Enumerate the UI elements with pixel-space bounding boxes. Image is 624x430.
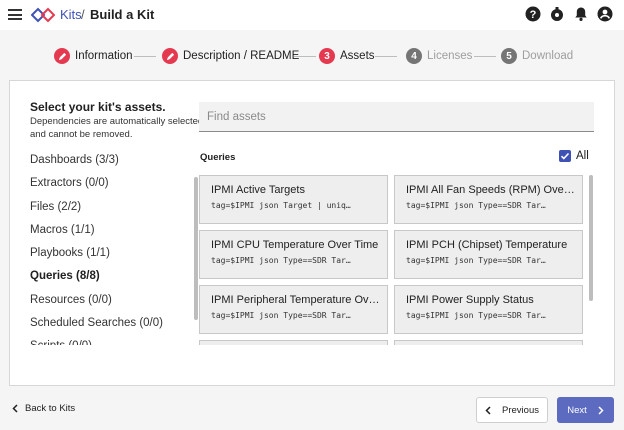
svg-text:?: ? bbox=[530, 9, 537, 21]
top-app-bar: Kits / Build a Kit ? bbox=[0, 0, 624, 30]
category-item-files[interactable]: Files (2/2) bbox=[30, 196, 195, 219]
asset-query: tag=$IPMI json Target | uniq… bbox=[211, 201, 351, 210]
step-label: Download bbox=[522, 50, 574, 62]
assets-card: Select your kit's assets. Dependencies a… bbox=[9, 80, 615, 386]
step-description-readme[interactable]: Description / README bbox=[162, 47, 299, 65]
next-label: Next bbox=[567, 404, 587, 416]
asset-card[interactable]: IPMI Power Supply Status tag=$IPMI json … bbox=[394, 285, 583, 334]
previous-label: Previous bbox=[502, 404, 539, 416]
header-actions: ? bbox=[524, 5, 614, 23]
step-licenses[interactable]: 4 Licenses bbox=[406, 47, 472, 65]
back-to-kits-link[interactable]: Back to Kits bbox=[12, 403, 75, 414]
back-to-kits-label: Back to Kits bbox=[25, 403, 76, 414]
asset-name: IPMI Peripheral Temperature Over … bbox=[211, 294, 381, 306]
asset-card[interactable]: IPMI Active Targets tag=$IPMI json Targe… bbox=[199, 175, 388, 224]
menu-icon[interactable] bbox=[8, 9, 22, 20]
asset-card[interactable]: IPMI Peripheral Temperature Over … tag=$… bbox=[199, 285, 388, 334]
category-item-scheduled-searches[interactable]: Scheduled Searches (0/0) bbox=[30, 312, 195, 335]
help-icon[interactable]: ? bbox=[524, 5, 542, 23]
next-button[interactable]: Next bbox=[557, 397, 614, 423]
section-description: Dependencies are automatically selected … bbox=[30, 116, 204, 140]
step-connector bbox=[375, 56, 397, 57]
step-label: Licenses bbox=[427, 50, 473, 62]
notifications-icon[interactable] bbox=[548, 5, 566, 23]
chevron-left-icon bbox=[485, 405, 491, 415]
edit-icon bbox=[162, 48, 178, 64]
asset-card[interactable]: IPMI All Fan Speeds (RPM) Over Ti… tag=$… bbox=[394, 175, 583, 224]
category-item-extractors[interactable]: Extractors (0/0) bbox=[30, 172, 195, 195]
category-item-scripts[interactable]: Scripts (0/0) bbox=[30, 335, 195, 345]
step-assets[interactable]: 3 Assets bbox=[319, 47, 375, 65]
asset-query: tag=$IPMI json Type==SDR Tar… bbox=[211, 311, 351, 320]
asset-card[interactable] bbox=[199, 340, 388, 345]
select-all-toggle[interactable]: All bbox=[559, 150, 589, 162]
step-label: Information bbox=[75, 50, 133, 62]
queries-panel-title: Queries bbox=[200, 152, 236, 163]
step-download[interactable]: 5 Download bbox=[501, 47, 573, 65]
select-all-label: All bbox=[576, 150, 589, 162]
section-title: Select your kit's assets. bbox=[30, 100, 166, 114]
breadcrumb-separator: / bbox=[81, 7, 85, 22]
asset-card[interactable]: IPMI PCH (Chipset) Temperature tag=$IPMI… bbox=[394, 230, 583, 279]
asset-name: IPMI All Fan Speeds (RPM) Over Ti… bbox=[406, 184, 576, 196]
gravwell-logo-icon bbox=[31, 7, 55, 23]
asset-query: tag=$IPMI json Type==SDR Tar… bbox=[406, 256, 546, 265]
account-icon[interactable] bbox=[596, 5, 614, 23]
chevron-right-icon bbox=[598, 405, 604, 415]
select-all-checkbox[interactable] bbox=[559, 150, 571, 162]
query-asset-grid: IPMI Active Targets tag=$IPMI json Targe… bbox=[199, 175, 594, 345]
breadcrumb-kits-link[interactable]: Kits bbox=[60, 7, 82, 22]
asset-grid-scrollbar[interactable] bbox=[589, 175, 593, 301]
step-number: 3 bbox=[319, 48, 335, 64]
step-number: 5 bbox=[501, 48, 517, 64]
chevron-left-icon bbox=[12, 404, 18, 413]
category-item-dashboards[interactable]: Dashboards (3/3) bbox=[30, 149, 195, 172]
step-connector bbox=[474, 56, 496, 57]
step-number: 4 bbox=[406, 48, 422, 64]
category-item-playbooks[interactable]: Playbooks (1/1) bbox=[30, 242, 195, 265]
asset-name: IPMI Active Targets bbox=[211, 184, 305, 196]
previous-button[interactable]: Previous bbox=[476, 397, 548, 423]
kit-stepper: Information Description / README 3 Asset… bbox=[0, 30, 624, 80]
category-item-queries[interactable]: Queries (8/8) bbox=[30, 265, 195, 288]
edit-icon bbox=[54, 48, 70, 64]
step-label: Description / README bbox=[183, 50, 300, 62]
asset-search-field[interactable] bbox=[199, 102, 594, 132]
step-information[interactable]: Information bbox=[54, 47, 133, 65]
asset-card[interactable] bbox=[394, 340, 583, 345]
step-label: Assets bbox=[340, 50, 375, 62]
step-connector bbox=[134, 56, 156, 57]
asset-name: IPMI PCH (Chipset) Temperature bbox=[406, 239, 568, 251]
asset-search-input[interactable] bbox=[199, 102, 594, 131]
asset-name: IPMI Power Supply Status bbox=[406, 294, 534, 306]
category-item-macros[interactable]: Macros (1/1) bbox=[30, 219, 195, 242]
asset-category-list[interactable]: Dashboards (3/3) Extractors (0/0) Files … bbox=[30, 149, 195, 345]
asset-name: IPMI CPU Temperature Over Time bbox=[211, 239, 379, 251]
asset-query: tag=$IPMI json Type==SDR Tar… bbox=[406, 201, 546, 210]
asset-card[interactable]: IPMI CPU Temperature Over Time tag=$IPMI… bbox=[199, 230, 388, 279]
page-title: Build a Kit bbox=[90, 7, 155, 22]
asset-query: tag=$IPMI json Type==SDR Tar… bbox=[406, 311, 546, 320]
category-item-resources[interactable]: Resources (0/0) bbox=[30, 289, 195, 312]
category-scrollbar[interactable] bbox=[194, 177, 198, 320]
asset-query: tag=$IPMI json Type==SDR Tar… bbox=[211, 256, 351, 265]
bell-icon[interactable] bbox=[572, 5, 590, 23]
